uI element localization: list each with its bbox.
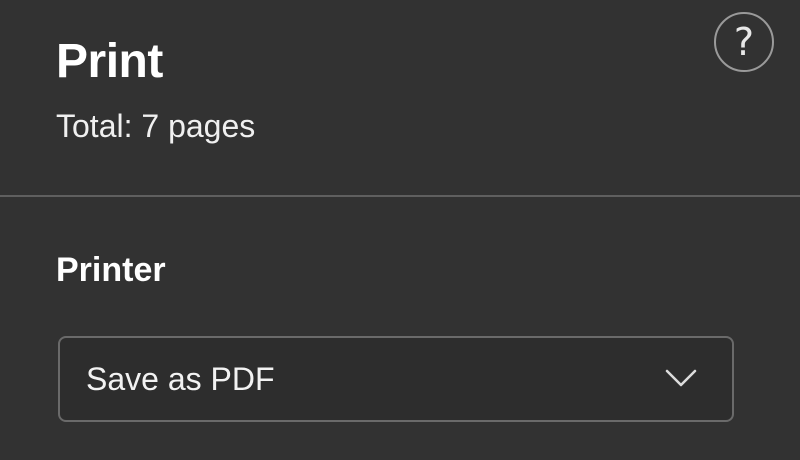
printer-select-value: Save as PDF (86, 361, 275, 397)
printer-select[interactable]: Save as PDF (58, 336, 734, 422)
print-dialog-panel: Print Total: 7 pages ? Printer Save as P… (0, 0, 800, 460)
chevron-down-icon (665, 369, 697, 387)
section-divider (0, 195, 800, 197)
page-count-summary: Total: 7 pages (56, 108, 256, 144)
question-mark-icon: ? (733, 20, 755, 64)
print-header: Print Total: 7 pages ? (0, 0, 800, 196)
page-title: Print (56, 35, 163, 88)
printer-label: Printer (56, 251, 166, 289)
help-button[interactable]: ? (714, 12, 774, 72)
